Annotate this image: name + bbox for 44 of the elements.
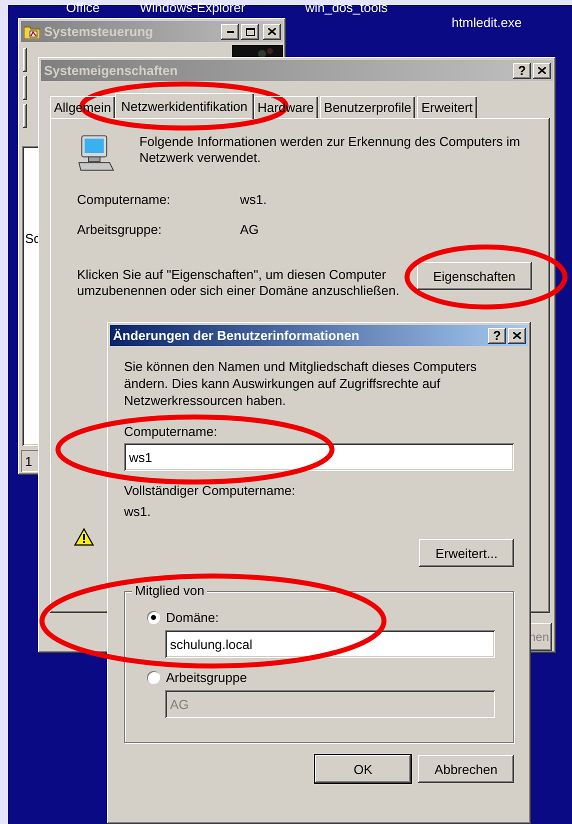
computer-icon: [77, 134, 116, 174]
field-value: ws1.: [124, 504, 152, 519]
close-button[interactable]: [533, 62, 551, 78]
tab[interactable]: Erweitert: [417, 96, 477, 118]
hint-text: Klicken Sie auf "Eigenschaften", um diesen Computer umzubenennen oder sich einer Domäne anzuschließen.: [77, 267, 400, 299]
field-value: AG: [240, 222, 260, 237]
toolbar-grip[interactable]: [23, 76, 27, 100]
close-icon: [538, 67, 546, 74]
maximize-icon: [246, 28, 254, 36]
folder-icon: [24, 24, 40, 38]
input-field[interactable]: schulung.local: [165, 630, 495, 658]
radio-button[interactable]: [147, 610, 160, 624]
warning-icon: [74, 528, 94, 546]
radio-label[interactable]: Domäne:: [166, 610, 219, 624]
advanced-button[interactable]: Erweitert...: [419, 539, 514, 567]
toolbar-grip[interactable]: [23, 104, 27, 128]
window-title: Systemeigenschaften: [44, 63, 179, 78]
toolbar-grip[interactable]: [23, 48, 27, 72]
close-button[interactable]: [263, 24, 281, 40]
help-button[interactable]: ?: [513, 62, 531, 78]
field-value: ws1.: [240, 192, 268, 207]
minimize-icon: [226, 30, 234, 32]
properties-button[interactable]: Eigenschaften: [416, 262, 532, 290]
dialog-button[interactable]: OK: [315, 755, 411, 783]
close-icon: [268, 28, 276, 35]
window-title: Änderungen der Benutzerinformationen: [113, 328, 360, 343]
dialog-button[interactable]: Abbrechen: [418, 755, 514, 783]
minimize-button[interactable]: [221, 24, 239, 40]
tab[interactable]: Benutzerprofile: [320, 96, 416, 118]
intro-text: Sie können den Namen und Mitgliedschaft dieses Computers ändern. Dies kann Auswirkungen auf Zugriffsrechte auf Netzwerkressourcen haben.: [124, 358, 478, 409]
close-icon: [513, 332, 521, 339]
help-button[interactable]: ?: [488, 328, 506, 344]
desktop-icon-label[interactable]: htmledit.exe: [452, 16, 522, 30]
computer-name-field[interactable]: ws1: [124, 443, 514, 471]
status-text: 1: [25, 454, 32, 468]
maximize-button[interactable]: [241, 24, 259, 40]
window-title: Systemsteuerung: [44, 24, 154, 39]
field-label: Computername:: [77, 192, 172, 207]
field-label: Vollständiger Computername:: [124, 483, 296, 498]
close-button[interactable]: [508, 328, 526, 344]
field-label: Computername:: [124, 424, 218, 439]
description-text: Folgende Informationen werden zur Erkennung des Computers im Netzwerk verwendet.: [139, 134, 522, 166]
group-legend: Mitglied von: [132, 583, 208, 598]
field-label: Arbeitsgruppe:: [77, 222, 163, 237]
